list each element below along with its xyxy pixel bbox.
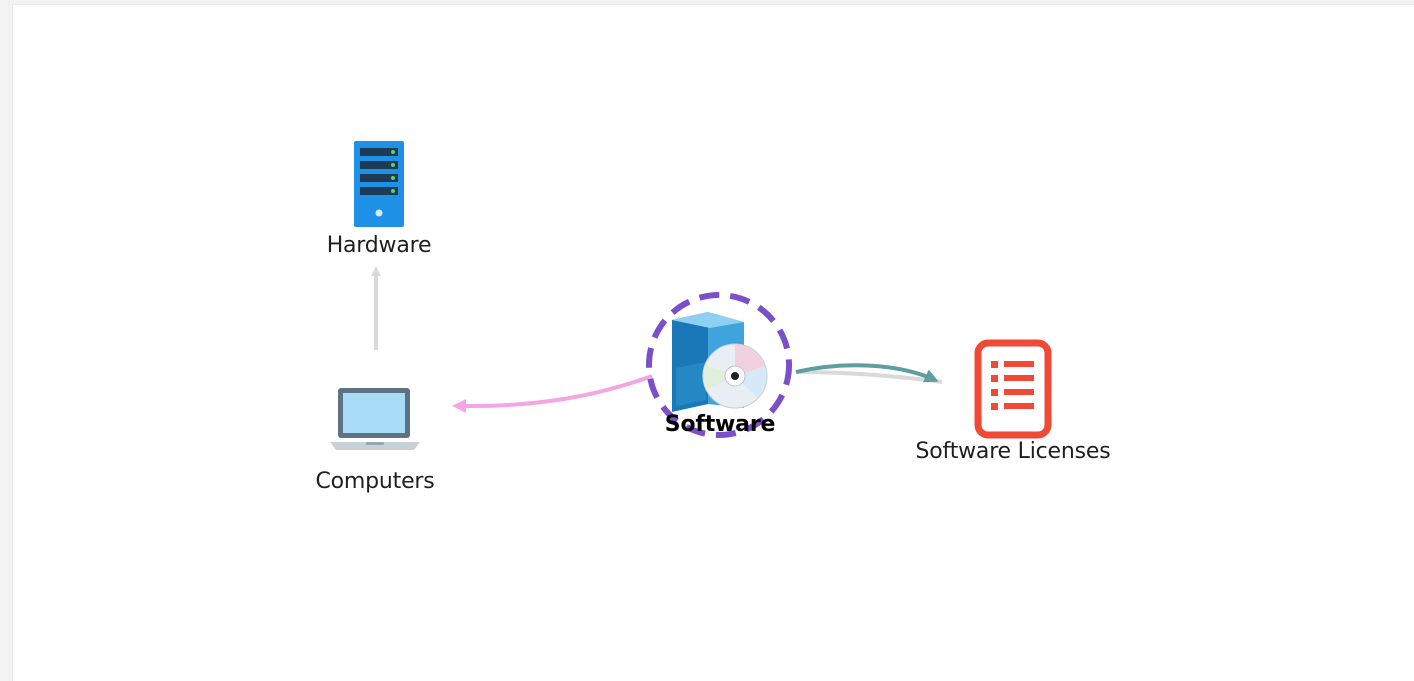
license-list-icon (974, 339, 1052, 439)
node-licenses-label: Software Licenses (915, 439, 1111, 464)
node-hardware-label: Hardware (326, 233, 432, 258)
server-icon (354, 141, 404, 227)
node-software-label: Software (664, 412, 776, 437)
software-box-icon (672, 312, 768, 412)
laptop-icon (330, 388, 420, 450)
node-computers-label: Computers (315, 469, 435, 494)
edge-software-computers[interactable] (452, 374, 653, 414)
